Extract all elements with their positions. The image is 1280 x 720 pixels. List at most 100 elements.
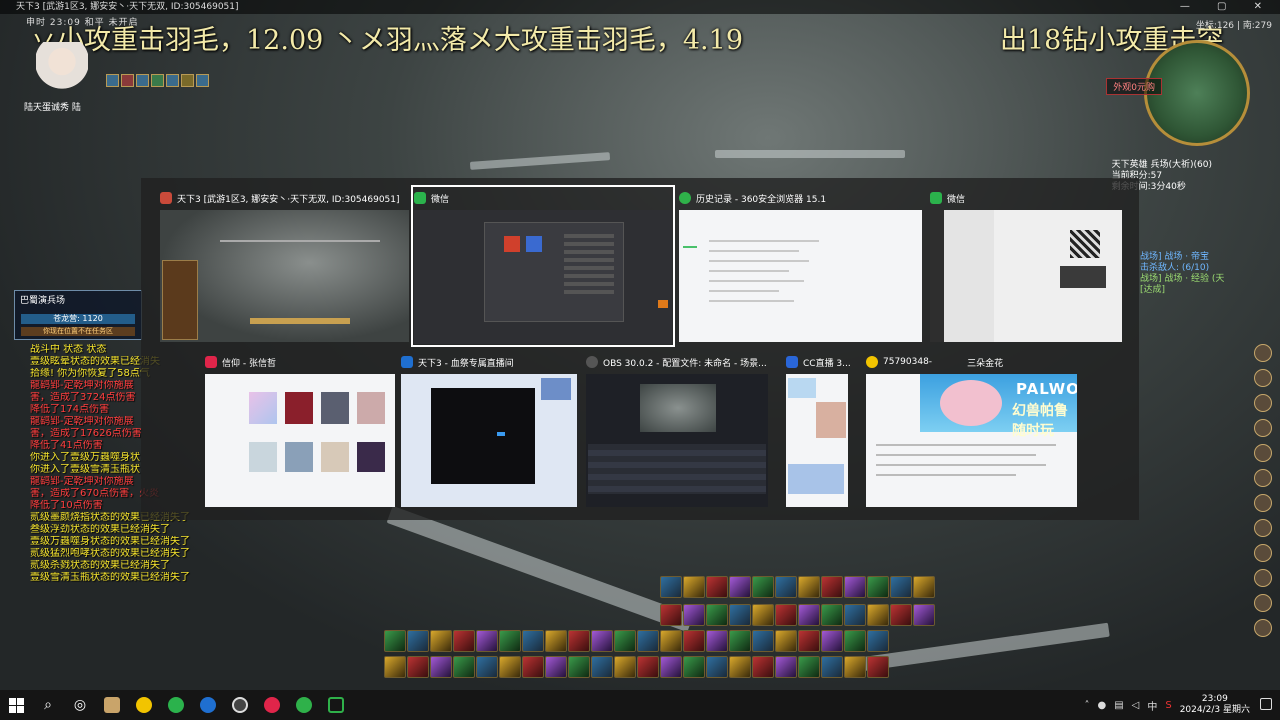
switcher-window-palworld[interactable]: 75790348- 三朵金花 PALWORLD 幻兽帕鲁随时玩 — [866, 352, 1077, 507]
skill-slot[interactable] — [476, 656, 498, 678]
start-icon[interactable] — [0, 690, 32, 720]
ime-indicator[interactable]: 中 — [1147, 698, 1157, 713]
switcher-window-wechat[interactable]: 微信 — [930, 188, 1122, 344]
input-method-icon[interactable]: S — [1165, 700, 1171, 711]
search-icon[interactable]: ⌕ — [32, 690, 64, 720]
skill-slot[interactable] — [683, 576, 705, 598]
skill-slot[interactable] — [752, 630, 774, 652]
menu-icon[interactable] — [1254, 344, 1272, 362]
menu-icon[interactable] — [1254, 394, 1272, 412]
skill-slot[interactable] — [890, 576, 912, 598]
skill-slot[interactable] — [706, 604, 728, 626]
skill-slot[interactable] — [499, 630, 521, 652]
skill-slot[interactable] — [499, 656, 521, 678]
skill-slot[interactable] — [545, 656, 567, 678]
skill-slot[interactable] — [729, 630, 751, 652]
skill-slot[interactable] — [407, 656, 429, 678]
skill-slot[interactable] — [522, 656, 544, 678]
skill-slot[interactable] — [683, 630, 705, 652]
menu-icon[interactable] — [1254, 419, 1272, 437]
switcher-window-stream-browser[interactable]: 天下3 - 血祭专属直播间 — [401, 352, 577, 507]
skill-slot[interactable] — [706, 576, 728, 598]
qq-app-icon[interactable] — [128, 690, 160, 720]
skill-slot[interactable] — [568, 656, 590, 678]
skill-slot[interactable] — [407, 630, 429, 652]
skill-slot[interactable] — [867, 630, 889, 652]
appearance-shop-button[interactable]: 外观0元购 — [1106, 78, 1162, 95]
skill-slot[interactable] — [453, 656, 475, 678]
skill-slot[interactable] — [660, 604, 682, 626]
skill-slot[interactable] — [660, 576, 682, 598]
browser-app-icon[interactable] — [192, 690, 224, 720]
skill-hotbar[interactable] — [384, 576, 954, 688]
skill-slot[interactable] — [798, 630, 820, 652]
skill-slot[interactable] — [729, 576, 751, 598]
skill-slot[interactable] — [867, 656, 889, 678]
skill-slot[interactable] — [384, 630, 406, 652]
skill-slot[interactable] — [844, 656, 866, 678]
game-app-icon[interactable] — [96, 690, 128, 720]
switcher-window-browser[interactable]: 历史记录 - 360安全浏览器 15.1 — [679, 188, 922, 344]
skill-slot[interactable] — [614, 630, 636, 652]
skill-slot[interactable] — [637, 630, 659, 652]
menu-icon[interactable] — [1254, 469, 1272, 487]
wechat-app-icon[interactable] — [160, 690, 192, 720]
obs-app-icon[interactable] — [224, 690, 256, 720]
skill-slot[interactable] — [798, 656, 820, 678]
skill-slot[interactable] — [660, 656, 682, 678]
skill-slot[interactable] — [844, 630, 866, 652]
skill-slot[interactable] — [752, 604, 774, 626]
skill-slot[interactable] — [568, 630, 590, 652]
skill-slot[interactable] — [522, 630, 544, 652]
skill-slot[interactable] — [821, 656, 843, 678]
skill-slot[interactable] — [430, 630, 452, 652]
notification-icon[interactable] — [1260, 698, 1272, 710]
skill-slot[interactable] — [683, 656, 705, 678]
window-controls[interactable]: — ▢ ✕ — [1180, 0, 1274, 14]
desktop-app-icon[interactable] — [320, 690, 352, 720]
music-app-icon[interactable] — [256, 690, 288, 720]
switcher-window-game[interactable]: 天下3 [武游1区3, 娜安安丶·天下无双, ID:305469051] — [160, 188, 409, 344]
skill-slot[interactable] — [614, 656, 636, 678]
menu-icon[interactable] — [1254, 619, 1272, 637]
360-app-icon[interactable] — [288, 690, 320, 720]
network-icon[interactable]: ▤ — [1114, 700, 1123, 711]
menu-icon[interactable] — [1254, 494, 1272, 512]
skill-slot[interactable] — [545, 630, 567, 652]
skill-slot[interactable] — [706, 656, 728, 678]
skill-slot[interactable] — [890, 604, 912, 626]
skill-slot[interactable] — [660, 630, 682, 652]
skill-slot[interactable] — [637, 656, 659, 678]
clock[interactable]: 23:09 2024/2/3 星期六 — [1180, 694, 1250, 716]
skill-slot[interactable] — [476, 630, 498, 652]
skill-slot[interactable] — [798, 576, 820, 598]
side-quest-tracker[interactable]: 战场] 战场 · 帝宝 击杀敌人: (6/10) 战场] 战场 · 经验 (天 … — [1140, 252, 1224, 296]
skill-slot[interactable] — [729, 604, 751, 626]
magnifier-icon[interactable]: ◎ — [64, 690, 96, 720]
skill-slot[interactable] — [844, 604, 866, 626]
menu-icon[interactable] — [1254, 519, 1272, 537]
skill-slot[interactable] — [752, 576, 774, 598]
right-side-menu[interactable] — [1254, 344, 1274, 637]
skill-slot[interactable] — [821, 630, 843, 652]
skill-slot[interactable] — [775, 576, 797, 598]
menu-icon[interactable] — [1254, 569, 1272, 587]
skill-slot[interactable] — [775, 630, 797, 652]
mic-icon[interactable]: ● — [1097, 700, 1106, 711]
skill-slot[interactable] — [775, 604, 797, 626]
skill-slot[interactable] — [683, 604, 705, 626]
skill-slot[interactable] — [591, 656, 613, 678]
skill-slot[interactable] — [821, 576, 843, 598]
skill-slot[interactable] — [798, 604, 820, 626]
battlefield-team-panel[interactable]: 巴蜀演兵场 苍龙营: 1120 你现在位置不在任务区 — [14, 290, 142, 340]
skill-slot[interactable] — [430, 656, 452, 678]
switcher-window-cc-live[interactable]: CC直播 3... — [786, 352, 851, 507]
skill-slot[interactable] — [591, 630, 613, 652]
skill-slot[interactable] — [729, 656, 751, 678]
menu-icon[interactable] — [1254, 369, 1272, 387]
skill-slot[interactable] — [706, 630, 728, 652]
skill-slot[interactable] — [867, 604, 889, 626]
skill-slot[interactable] — [453, 630, 475, 652]
menu-icon[interactable] — [1254, 594, 1272, 612]
skill-slot[interactable] — [821, 604, 843, 626]
